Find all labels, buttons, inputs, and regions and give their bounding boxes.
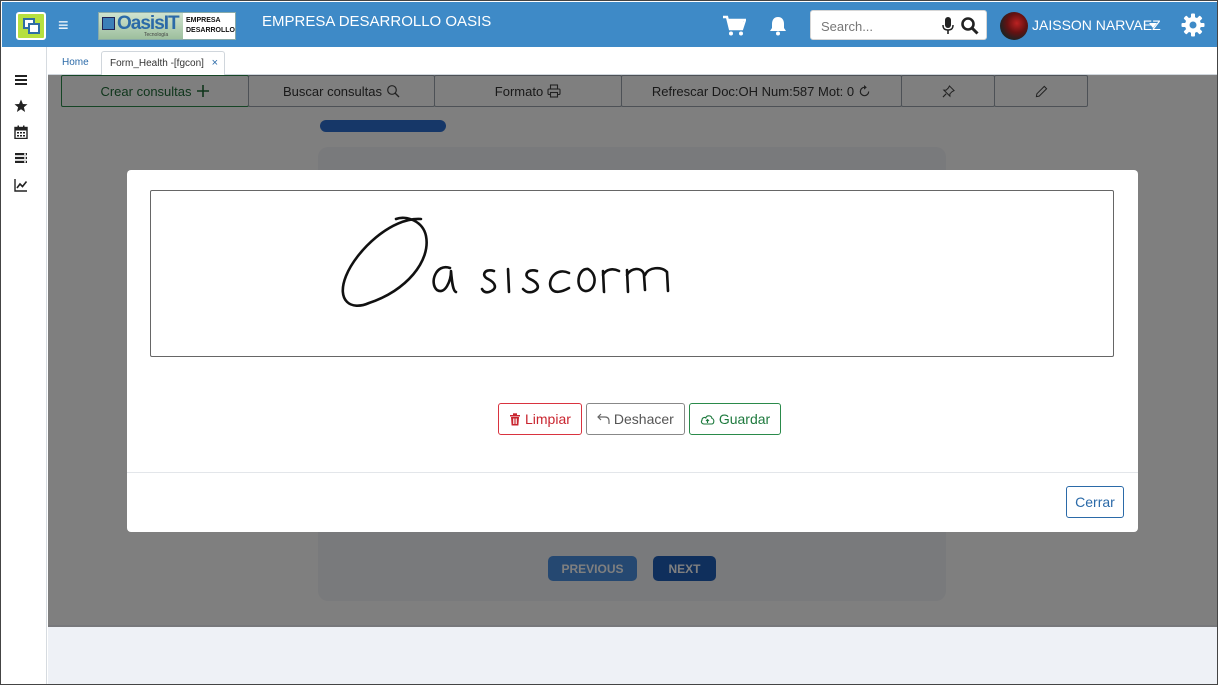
gear-icon[interactable] — [1181, 13, 1205, 37]
brand-tag-1: EMPRESA — [186, 17, 221, 24]
close-button[interactable]: Cerrar — [1066, 486, 1124, 518]
avatar[interactable] — [1000, 12, 1028, 40]
signature-drawing — [341, 216, 670, 307]
star-icon[interactable] — [14, 99, 28, 113]
trash-icon — [510, 412, 520, 425]
search-input[interactable] — [821, 17, 939, 35]
tab-close-icon[interactable]: × — [212, 57, 218, 69]
search-icon[interactable] — [961, 17, 979, 35]
save-button[interactable]: Guardar — [688, 403, 782, 435]
tab-home[interactable]: Home — [53, 53, 98, 73]
brand-logo: OasisIT Tecnología EMPRESA DESARROLLO — [98, 12, 236, 40]
cart-icon[interactable] — [722, 15, 746, 37]
tab-bar: Home Form_Health -[fgcon] × — [48, 47, 1217, 76]
app-logo-icon[interactable] — [16, 12, 46, 40]
chart-icon[interactable] — [14, 178, 28, 192]
microphone-icon[interactable] — [942, 17, 954, 35]
user-name[interactable]: JAISSON NARVAEZ — [1032, 17, 1161, 33]
app-window: ≡ OasisIT Tecnología EMPRESA DESARROLLO … — [0, 0, 1218, 685]
clear-label: Limpiar — [525, 411, 571, 427]
bell-icon[interactable] — [769, 16, 787, 36]
modal-footer-divider — [127, 472, 1138, 473]
caret-down-icon[interactable] — [1149, 23, 1157, 28]
signature-canvas[interactable] — [150, 190, 1114, 357]
undo-icon — [597, 413, 610, 424]
list-icon[interactable] — [14, 151, 28, 165]
signature-actions: Limpiar Deshacer Guardar — [498, 403, 782, 435]
undo-button[interactable]: Deshacer — [585, 403, 685, 435]
undo-label: Deshacer — [613, 411, 674, 427]
search-box — [810, 10, 987, 40]
tab-form-health[interactable]: Form_Health -[fgcon] × — [101, 51, 225, 76]
left-sidebar — [2, 47, 47, 684]
tab-form-label: Form_Health -[fgcon] — [110, 58, 204, 69]
top-navbar: ≡ OasisIT Tecnología EMPRESA DESARROLLO … — [2, 2, 1217, 47]
save-label: Guardar — [718, 411, 771, 427]
brand-sub: Tecnología — [144, 32, 169, 38]
hamburger-menu-icon[interactable]: ≡ — [58, 16, 74, 34]
calendar-icon[interactable] — [14, 125, 28, 139]
cloud-upload-icon — [700, 415, 715, 425]
company-title: EMPRESA DESARROLLO OASIS — [262, 13, 492, 30]
clear-button[interactable]: Limpiar — [498, 403, 582, 435]
signature-modal: Limpiar Deshacer Guardar Cerrar — [127, 170, 1138, 532]
brand-tag-2: DESARROLLO — [186, 27, 235, 34]
menu-icon[interactable] — [14, 73, 28, 87]
